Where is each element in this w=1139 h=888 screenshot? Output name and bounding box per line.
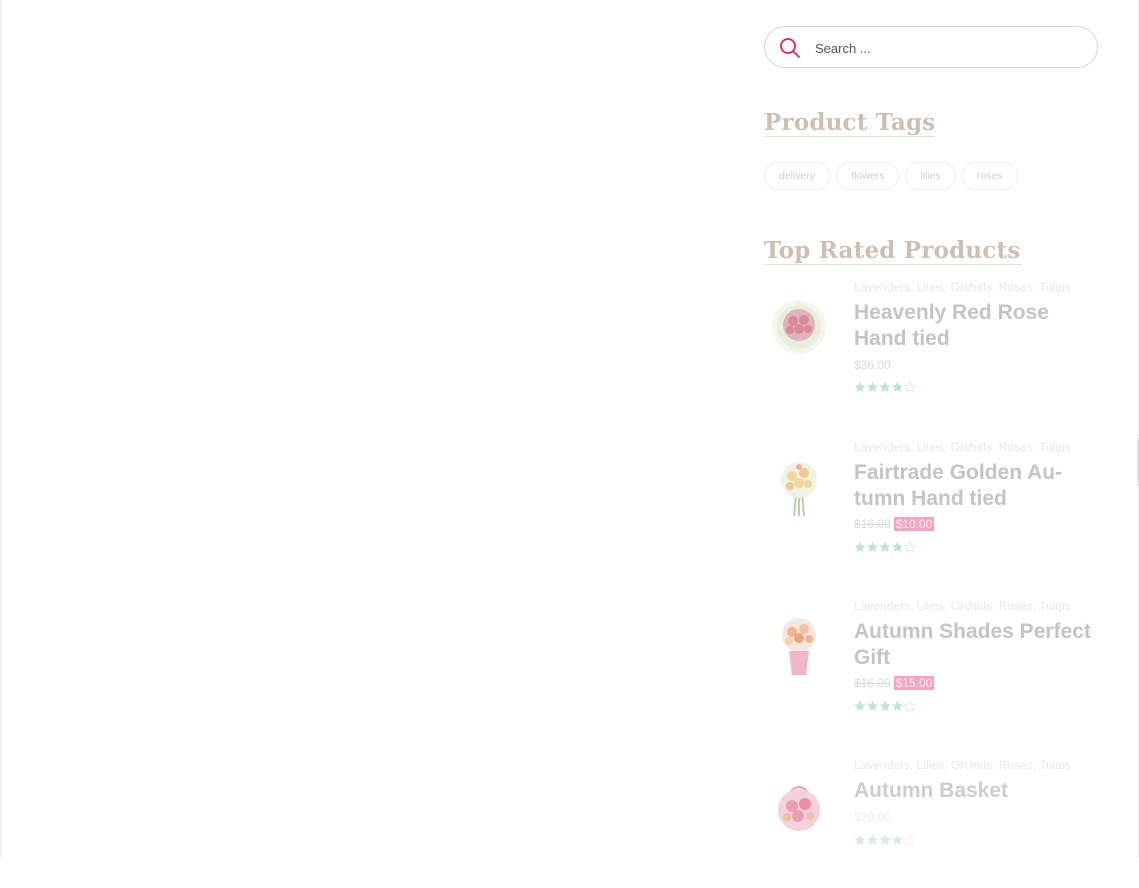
search-form	[764, 26, 1098, 69]
tag-roses[interactable]: roses	[961, 162, 1018, 190]
product-title-link[interactable]: Fairtrade Golden Au-tumn Hand tied	[854, 460, 1094, 511]
product-categories: Lavenders, Lilies, Orchids, Roses, Tulip…	[854, 599, 1071, 613]
product-price: $36.00	[854, 358, 891, 372]
red-rose-bouquet-icon[interactable]	[768, 296, 830, 358]
rating-stars	[854, 381, 916, 393]
product-item: Lavenders, Lilies, Orchids, Roses, Tulip…	[764, 440, 1104, 570]
product-categories: Lavenders, Lilies, Orchids, Roses, Tulip…	[854, 280, 1071, 294]
sale-price: $10.00	[893, 517, 935, 531]
regular-price: $16.00	[854, 517, 891, 531]
rating-stars	[854, 541, 916, 553]
golden-bouquet-icon[interactable]	[768, 456, 830, 518]
product-item: Lavenders, Lilies, Orchids, Roses, Tulip…	[764, 280, 1104, 410]
search-icon[interactable]	[779, 37, 801, 59]
tag-flowers[interactable]: flowers	[836, 162, 900, 190]
product-categories: Lavenders, Lilies, Orchids, Roses, Tulip…	[854, 440, 1071, 454]
product-tags-title: Product Tags	[764, 109, 936, 137]
product-price: $20.00	[854, 810, 891, 824]
product-item: Lavenders, Lilies, Orchids, Roses, Tulip…	[764, 758, 1104, 888]
product-categories: Lavenders, Lilies, Orchids, Roses, Tulip…	[854, 758, 1071, 772]
rating-stars	[854, 834, 916, 846]
product-title-link[interactable]: Heavenly Red Rose Hand tied	[854, 300, 1094, 351]
tag-cloud: delivery flowers lilies roses	[764, 162, 1018, 190]
top-rated-title: Top Rated Products	[764, 237, 1021, 265]
sale-price: $15.00	[893, 676, 935, 690]
product-price: $16.00 $10.00	[854, 517, 935, 531]
left-edge-line	[0, 0, 2, 858]
tag-lilies[interactable]: lilies	[905, 162, 956, 190]
search-input[interactable]	[813, 27, 1087, 69]
product-price: $16.00 $15.00	[854, 676, 935, 690]
tag-delivery[interactable]: delivery	[764, 162, 831, 190]
rating-stars	[854, 700, 916, 712]
sidebar: Product Tags delivery flowers lilies ros…	[764, 0, 1139, 858]
product-item: Lavenders, Lilies, Orchids, Roses, Tulip…	[764, 599, 1104, 729]
product-title-link[interactable]: Autumn Basket	[854, 778, 1094, 804]
regular-price: $16.00	[854, 676, 891, 690]
autumn-vase-icon[interactable]	[768, 615, 830, 677]
flower-basket-icon[interactable]	[768, 774, 830, 836]
product-title-link[interactable]: Autumn Shades Perfect Gift	[854, 619, 1094, 670]
